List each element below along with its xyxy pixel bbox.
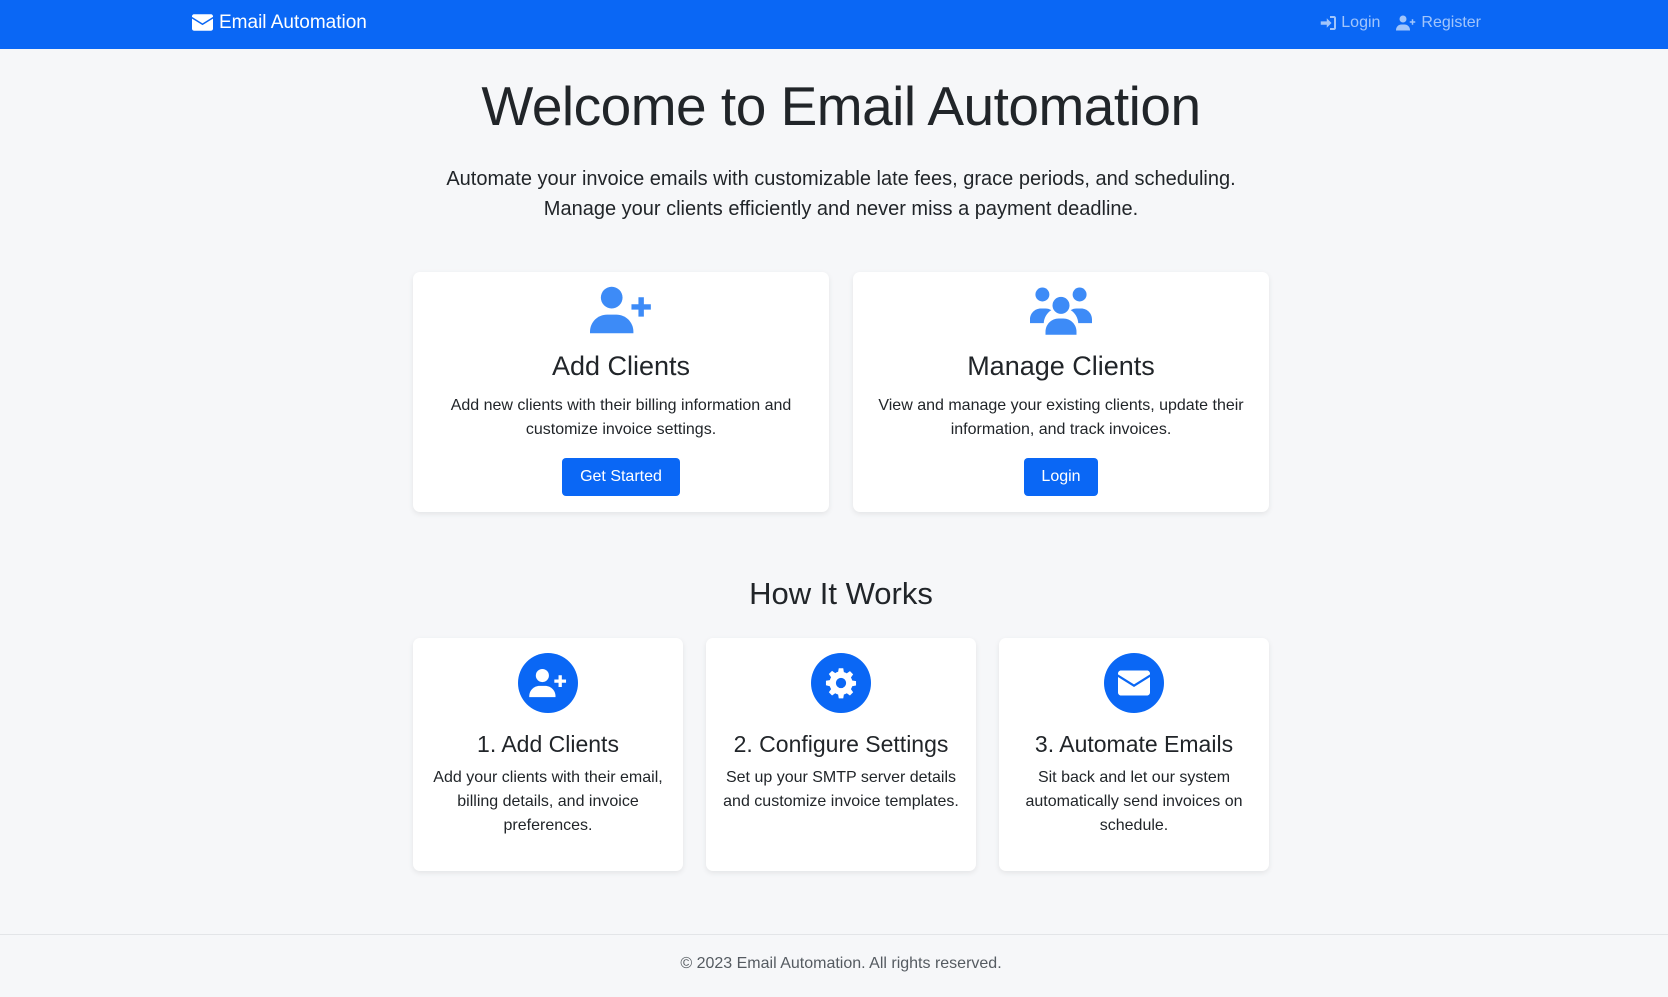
step-description: Add your clients with their email, billi… bbox=[433, 769, 663, 834]
manage-clients-card: Manage Clients View and manage your exis… bbox=[853, 272, 1269, 512]
user-plus-icon bbox=[590, 286, 651, 334]
gear-icon bbox=[825, 668, 857, 699]
nav-login-label: Login bbox=[1341, 13, 1381, 31]
step-title: 3. Automate Emails bbox=[1034, 731, 1234, 757]
user-plus-icon bbox=[529, 668, 567, 698]
step-title: 2. Configure Settings bbox=[733, 731, 949, 757]
step-icon-circle bbox=[1104, 653, 1164, 713]
users-icon bbox=[1030, 287, 1092, 335]
step-icon-circle bbox=[518, 653, 578, 713]
get-started-button[interactable]: Get Started bbox=[562, 458, 680, 496]
step-description: Set up your SMTP server details and cust… bbox=[723, 769, 959, 810]
envelope-icon bbox=[1118, 670, 1150, 696]
step-description: Sit back and let our system automaticall… bbox=[1025, 769, 1243, 834]
nav-register-label: Register bbox=[1421, 13, 1481, 31]
nav-login-link[interactable]: Login bbox=[1320, 14, 1380, 32]
card-title: Add Clients bbox=[551, 351, 691, 381]
envelope-icon bbox=[192, 14, 213, 31]
step-card-configure-settings: 2. Configure Settings Set up your SMTP s… bbox=[706, 638, 976, 871]
hero-lead: Automate your invoice emails with custom… bbox=[446, 168, 1236, 220]
step-card-automate-emails: 3. Automate Emails Sit back and let our … bbox=[999, 638, 1269, 871]
sign-in-icon bbox=[1321, 15, 1337, 30]
step-title: 1. Add Clients bbox=[477, 731, 619, 757]
page-title: Welcome to Email Automation bbox=[481, 75, 1201, 137]
step-card-add-clients: 1. Add Clients Add your clients with the… bbox=[413, 638, 683, 871]
add-clients-card: Add Clients Add new clients with their b… bbox=[413, 272, 829, 512]
card-title: Manage Clients bbox=[967, 351, 1155, 381]
step-icon-circle bbox=[811, 653, 871, 713]
card-description: Add new clients with their billing infor… bbox=[450, 397, 792, 438]
user-plus-icon bbox=[1396, 15, 1416, 30]
nav-links: Login Register bbox=[1320, 0, 1481, 45]
card-description: View and manage your existing clients, u… bbox=[878, 397, 1244, 438]
footer: © 2023 Email Automation. All rights rese… bbox=[0, 934, 1668, 997]
how-it-works-title: How It Works bbox=[749, 576, 933, 611]
brand-label: Email Automation bbox=[219, 11, 367, 33]
top-navbar: Email Automation Login Register bbox=[0, 0, 1668, 49]
footer-copyright: © 2023 Email Automation. All rights rese… bbox=[680, 955, 1002, 972]
login-button[interactable]: Login bbox=[1024, 458, 1098, 496]
brand-link[interactable]: Email Automation bbox=[192, 0, 367, 45]
nav-register-link[interactable]: Register bbox=[1396, 14, 1481, 32]
